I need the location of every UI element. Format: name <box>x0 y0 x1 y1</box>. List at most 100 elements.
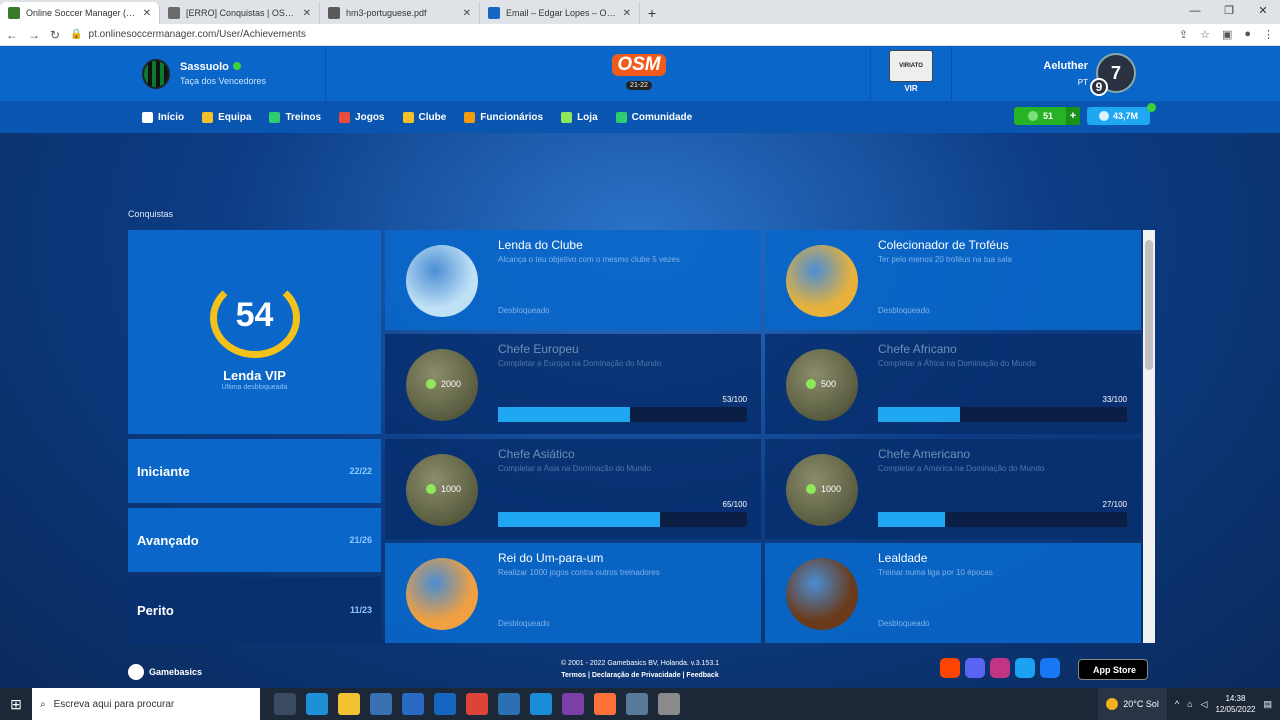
achievement-card[interactable]: 2000 Chefe Europeu Completar a Europa na D… <box>385 334 761 434</box>
app-store-button[interactable]: App Store <box>1078 659 1148 680</box>
windows-start-icon[interactable]: ⊞ <box>0 696 32 713</box>
reddit-icon[interactable] <box>940 658 960 678</box>
achievement-card[interactable]: 1000 Chefe Americano Completar a América n… <box>765 439 1141 539</box>
achievement-card[interactable]: Lealdade Treinar numa liga por 10 épocas D… <box>765 543 1141 643</box>
bookmark-star-icon[interactable]: ☆ <box>1200 28 1210 41</box>
share-icon[interactable]: ⇪ <box>1179 28 1188 41</box>
close-tab-icon[interactable]: ✕ <box>143 8 151 19</box>
app-icon-2[interactable] <box>658 693 680 715</box>
achievement-card[interactable]: 1000 Chefe Asiático Completar a Ásia na Do… <box>385 439 761 539</box>
scrollbar-thumb[interactable] <box>1145 240 1153 370</box>
outlook-icon[interactable] <box>434 693 456 715</box>
profile-icon[interactable]: ● <box>1244 28 1251 41</box>
club-box[interactable]: Sassuolo Taça dos Vencedores <box>128 46 326 101</box>
nav-item-5[interactable]: Clube <box>402 111 446 123</box>
achievement-card[interactable]: Rei do Um-para-um Realizar 1000 jogos con… <box>385 543 761 643</box>
nav-item-6[interactable]: Funcionários <box>464 111 544 123</box>
nav-icon <box>269 111 281 123</box>
achievement-status: Desbloqueado <box>498 306 550 315</box>
ie-icon[interactable] <box>530 693 552 715</box>
achievement-card[interactable]: Lenda do Clube Alcança o teu objetivo com… <box>385 230 761 330</box>
chrome-icon[interactable] <box>466 693 488 715</box>
level-tab-perito[interactable]: Perito 11/23 <box>128 577 381 643</box>
mail-icon[interactable] <box>402 693 424 715</box>
app-icon[interactable] <box>626 693 648 715</box>
twitter-icon[interactable] <box>1015 658 1035 678</box>
level-name: Iniciante <box>137 463 190 479</box>
nav-item-2[interactable]: Equipa <box>202 111 251 123</box>
coins-button[interactable]: 51 + <box>1014 107 1080 125</box>
task-view-icon[interactable] <box>274 693 296 715</box>
money-display[interactable]: 43,7M <box>1087 107 1150 125</box>
level-tab-iniciante[interactable]: Iniciante 22/22 <box>128 439 381 503</box>
progress-fill <box>878 512 946 527</box>
nav-icon <box>615 111 627 123</box>
restore-icon[interactable]: ❐ <box>1212 0 1246 22</box>
volume-icon[interactable]: ◁ <box>1201 699 1208 710</box>
progress-text: 53/100 <box>722 395 747 404</box>
new-tab-icon[interactable]: + <box>640 2 664 24</box>
edge-icon[interactable] <box>306 693 328 715</box>
achievements-scrollbar[interactable] <box>1143 230 1155 643</box>
gamebasics-logo[interactable]: Gamebasics <box>128 664 202 680</box>
osm-logo[interactable]: OSM 21-22 <box>612 54 666 92</box>
back-icon[interactable]: ← <box>6 28 18 42</box>
sidebar-icon[interactable]: ▣ <box>1222 28 1232 41</box>
forward-icon[interactable]: → <box>28 28 40 42</box>
nav-item-4[interactable]: Jogos <box>339 111 385 123</box>
achievement-name: Rei do Um-para-um <box>498 551 604 565</box>
browser-tab[interactable]: Online Soccer Manager (OSM) - ✕ <box>0 2 160 24</box>
window-controls: — ❐ ✕ <box>1178 0 1280 22</box>
progress-bar <box>878 512 1127 527</box>
lock-icon: 🔒 <box>70 29 83 40</box>
nav-item-3[interactable]: Treinos <box>269 111 322 123</box>
discord-icon[interactable] <box>965 658 985 678</box>
browser-tab[interactable]: Email – Edgar Lopes – Outlook ✕ <box>480 2 640 24</box>
buy-coins-button[interactable]: + <box>1066 107 1080 125</box>
user-profile[interactable]: Aeluther PT 7 9 <box>1043 52 1146 96</box>
nav-item-1[interactable]: Início <box>142 111 184 123</box>
minimize-icon[interactable]: — <box>1178 0 1212 22</box>
progress-fill <box>878 407 961 422</box>
progress-bar <box>498 512 747 527</box>
weather-widget[interactable]: 20°C Sol <box>1098 688 1167 720</box>
nav-label: Funcionários <box>480 111 544 123</box>
calculator-icon[interactable] <box>498 693 520 715</box>
firefox-icon[interactable] <box>594 693 616 715</box>
close-tab-icon[interactable]: ✕ <box>463 8 471 19</box>
level-tab-avancado[interactable]: Avançado 21/26 <box>128 508 381 572</box>
footer-links[interactable]: Termos | Declaração de Privacidade | Fee… <box>500 672 780 679</box>
reload-icon[interactable]: ↻ <box>50 28 60 42</box>
facebook-icon[interactable] <box>1040 658 1060 678</box>
menu-icon[interactable]: ⋮ <box>1263 28 1274 41</box>
browser-tab[interactable]: hm3-portuguese.pdf ✕ <box>320 2 480 24</box>
network-icon[interactable]: ⌂ <box>1187 699 1192 709</box>
close-window-icon[interactable]: ✕ <box>1246 0 1280 22</box>
url-field[interactable]: 🔒 pt.onlinesoccermanager.com/User/Achiev… <box>70 29 1169 40</box>
nav-label: Comunidade <box>631 111 693 123</box>
achievement-card[interactable]: Colecionador de Troféus Ter pelo menos 20… <box>765 230 1141 330</box>
browser-tab[interactable]: [ERRO] Conquistas | OSM Forum ✕ <box>160 2 320 24</box>
store-icon[interactable] <box>370 693 392 715</box>
file-explorer-icon[interactable] <box>338 693 360 715</box>
nav-item-7[interactable]: Loja <box>561 111 598 123</box>
reward-value: 1000 <box>821 484 842 494</box>
achievement-name: Chefe Africano <box>878 342 957 356</box>
close-tab-icon[interactable]: ✕ <box>623 8 631 19</box>
nav-item-8[interactable]: Comunidade <box>615 111 693 123</box>
sun-icon <box>1106 698 1119 710</box>
achievement-card[interactable]: 500 Chefe Africano Completar a África na D… <box>765 334 1141 434</box>
instagram-icon[interactable] <box>990 658 1010 678</box>
nav-label: Treinos <box>285 111 322 123</box>
close-tab-icon[interactable]: ✕ <box>303 8 311 19</box>
notifications-icon[interactable]: ▤ <box>1263 699 1272 710</box>
next-opponent[interactable]: VIRIATO VIR <box>870 46 952 101</box>
opponent-badge: VIRIATO <box>889 50 933 82</box>
achievement-desc: Completar a América na Dominação do Mund… <box>878 464 1045 473</box>
taskbar-search[interactable]: ⌕ Escreva aqui para procurar <box>32 688 260 720</box>
level-name: Perito <box>137 602 174 618</box>
achievement-name: Lealdade <box>878 551 928 565</box>
tray-chevron-icon[interactable]: ^ <box>1175 699 1179 709</box>
clock[interactable]: 14:38 12/05/2022 <box>1215 693 1255 715</box>
onenote-icon[interactable] <box>562 693 584 715</box>
